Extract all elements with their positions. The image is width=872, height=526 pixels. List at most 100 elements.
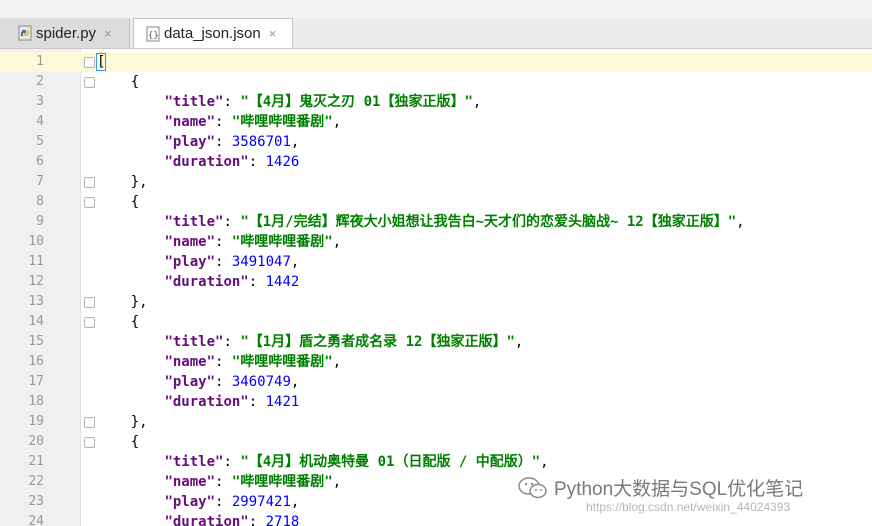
code-text: "play": 3460749,	[97, 372, 299, 392]
code-token-pun: :	[215, 254, 232, 270]
code-token-pun	[97, 214, 164, 230]
code-token-pun	[97, 234, 164, 250]
code-line[interactable]: 18 "duration": 1421	[0, 392, 872, 412]
line-number: 12	[28, 274, 44, 289]
close-tab-icon[interactable]: ×	[104, 26, 112, 41]
code-token-key: "name"	[164, 474, 216, 490]
code-line[interactable]: 2 {	[0, 72, 872, 92]
line-number: 10	[28, 234, 44, 249]
code-line[interactable]: 1[	[0, 52, 872, 72]
watermark-text: Python大数据与SQL优化笔记	[554, 479, 804, 500]
code-text: "name": "哔哩哔哩番剧",	[97, 472, 341, 492]
code-token-pun: :	[215, 234, 232, 250]
code-line[interactable]: 4 "name": "哔哩哔哩番剧",	[0, 112, 872, 132]
code-text: "play": 3586701,	[97, 132, 299, 152]
code-line[interactable]: 24 "duration": 2718	[0, 512, 872, 526]
code-token-str: "【1月/完结】辉夜大小姐想让我告白~天才们的恋爱头脑战~ 12【独家正版】"	[240, 214, 737, 230]
code-token-key: "duration"	[164, 274, 249, 290]
fold-marker-icon[interactable]	[84, 197, 95, 208]
fold-marker-icon[interactable]	[84, 437, 95, 448]
code-line[interactable]: 6 "duration": 1426	[0, 152, 872, 172]
code-token-pun: :	[215, 374, 232, 390]
code-token-key: "play"	[164, 254, 216, 270]
line-number: 1	[36, 54, 44, 69]
line-number: 9	[36, 214, 44, 229]
code-token-num: 3460749	[231, 374, 291, 390]
code-line[interactable]: 15 "title": "【1月】盾之勇者成名录 12【独家正版】",	[0, 332, 872, 352]
code-token-pun	[97, 514, 164, 526]
tab-spider-py[interactable]: spider.py ×	[0, 18, 130, 48]
code-line[interactable]: 9 "title": "【1月/完结】辉夜大小姐想让我告白~天才们的恋爱头脑战~…	[0, 212, 872, 232]
code-token-pun: ,	[332, 114, 342, 130]
code-token-pun	[97, 254, 164, 270]
code-text: {	[97, 72, 139, 92]
code-token-num: 1421	[265, 394, 300, 410]
code-line[interactable]: 5 "play": 3586701,	[0, 132, 872, 152]
code-token-key: "name"	[164, 354, 216, 370]
code-token-pun: ,	[736, 214, 745, 230]
fold-marker-icon[interactable]	[84, 417, 95, 428]
line-number: 7	[36, 174, 44, 189]
code-token-key: "duration"	[164, 394, 249, 410]
code-line[interactable]: 16 "name": "哔哩哔哩番剧",	[0, 352, 872, 372]
line-number: 2	[36, 74, 44, 89]
code-line[interactable]: 11 "play": 3491047,	[0, 252, 872, 272]
fold-marker-icon[interactable]	[84, 57, 95, 68]
code-token-num: 3491047	[231, 254, 291, 270]
code-token-pun: :	[215, 134, 232, 150]
code-token-pun	[97, 334, 164, 350]
fold-marker-icon[interactable]	[84, 317, 95, 328]
code-token-str: "【1月】盾之勇者成名录 12【独家正版】"	[240, 334, 515, 350]
close-tab-icon[interactable]: ×	[269, 26, 277, 41]
code-line[interactable]: 17 "play": 3460749,	[0, 372, 872, 392]
fold-marker-icon[interactable]	[84, 177, 95, 188]
code-line[interactable]: 21 "title": "【4月】机动奥特曼 01（日配版 / 中配版）",	[0, 452, 872, 472]
code-line[interactable]: 8 {	[0, 192, 872, 212]
code-line[interactable]: 13 },	[0, 292, 872, 312]
code-token-pun: ,	[290, 494, 300, 510]
code-token-key: "name"	[164, 234, 216, 250]
code-token-pun: ,	[540, 454, 549, 470]
line-number: 24	[28, 514, 44, 526]
code-token-pun: },	[97, 294, 148, 310]
code-token-pun: ,	[290, 374, 300, 390]
code-text: },	[97, 172, 148, 192]
code-token-pun	[97, 454, 164, 470]
line-number: 15	[28, 334, 44, 349]
code-token-key: "name"	[164, 114, 216, 130]
code-token-pun: :	[215, 114, 232, 130]
fold-marker-icon[interactable]	[84, 297, 95, 308]
code-editor[interactable]: 1[2 {3 "title": "【4月】鬼灭之刃 01【独家正版】", 4 "n…	[0, 49, 872, 526]
line-number: 14	[28, 314, 44, 329]
line-number: 21	[28, 454, 44, 469]
line-number: 6	[36, 154, 44, 169]
code-text: "duration": 1442	[97, 272, 299, 292]
python-file-icon	[18, 25, 32, 41]
tab-label: spider.py	[36, 24, 97, 42]
code-token-pun: [	[95, 53, 107, 71]
code-text: [	[95, 52, 107, 72]
code-line[interactable]: 3 "title": "【4月】鬼灭之刃 01【独家正版】",	[0, 92, 872, 112]
code-token-key: "title"	[164, 214, 224, 230]
code-line[interactable]: 19 },	[0, 412, 872, 432]
code-line[interactable]: 12 "duration": 1442	[0, 272, 872, 292]
code-token-str: "哔哩哔哩番剧"	[231, 234, 333, 250]
code-text: {	[97, 432, 139, 452]
code-token-pun: :	[248, 394, 266, 410]
code-token-pun: },	[97, 174, 148, 190]
code-line[interactable]: 7 },	[0, 172, 872, 192]
code-text: "name": "哔哩哔哩番剧",	[97, 352, 341, 372]
line-number: 18	[28, 394, 44, 409]
code-token-pun: ,	[290, 134, 300, 150]
code-line[interactable]: 20 {	[0, 432, 872, 452]
fold-marker-icon[interactable]	[84, 77, 95, 88]
code-token-pun: :	[248, 274, 266, 290]
tab-data-json[interactable]: {} data_json.json ×	[133, 18, 293, 48]
code-line[interactable]: 14 {	[0, 312, 872, 332]
code-token-pun	[97, 354, 164, 370]
code-line[interactable]: 10 "name": "哔哩哔哩番剧",	[0, 232, 872, 252]
code-token-str: "哔哩哔哩番剧"	[231, 114, 333, 130]
code-text: "duration": 1421	[97, 392, 299, 412]
line-number: 22	[28, 474, 44, 489]
code-text: "play": 2997421,	[97, 492, 299, 512]
